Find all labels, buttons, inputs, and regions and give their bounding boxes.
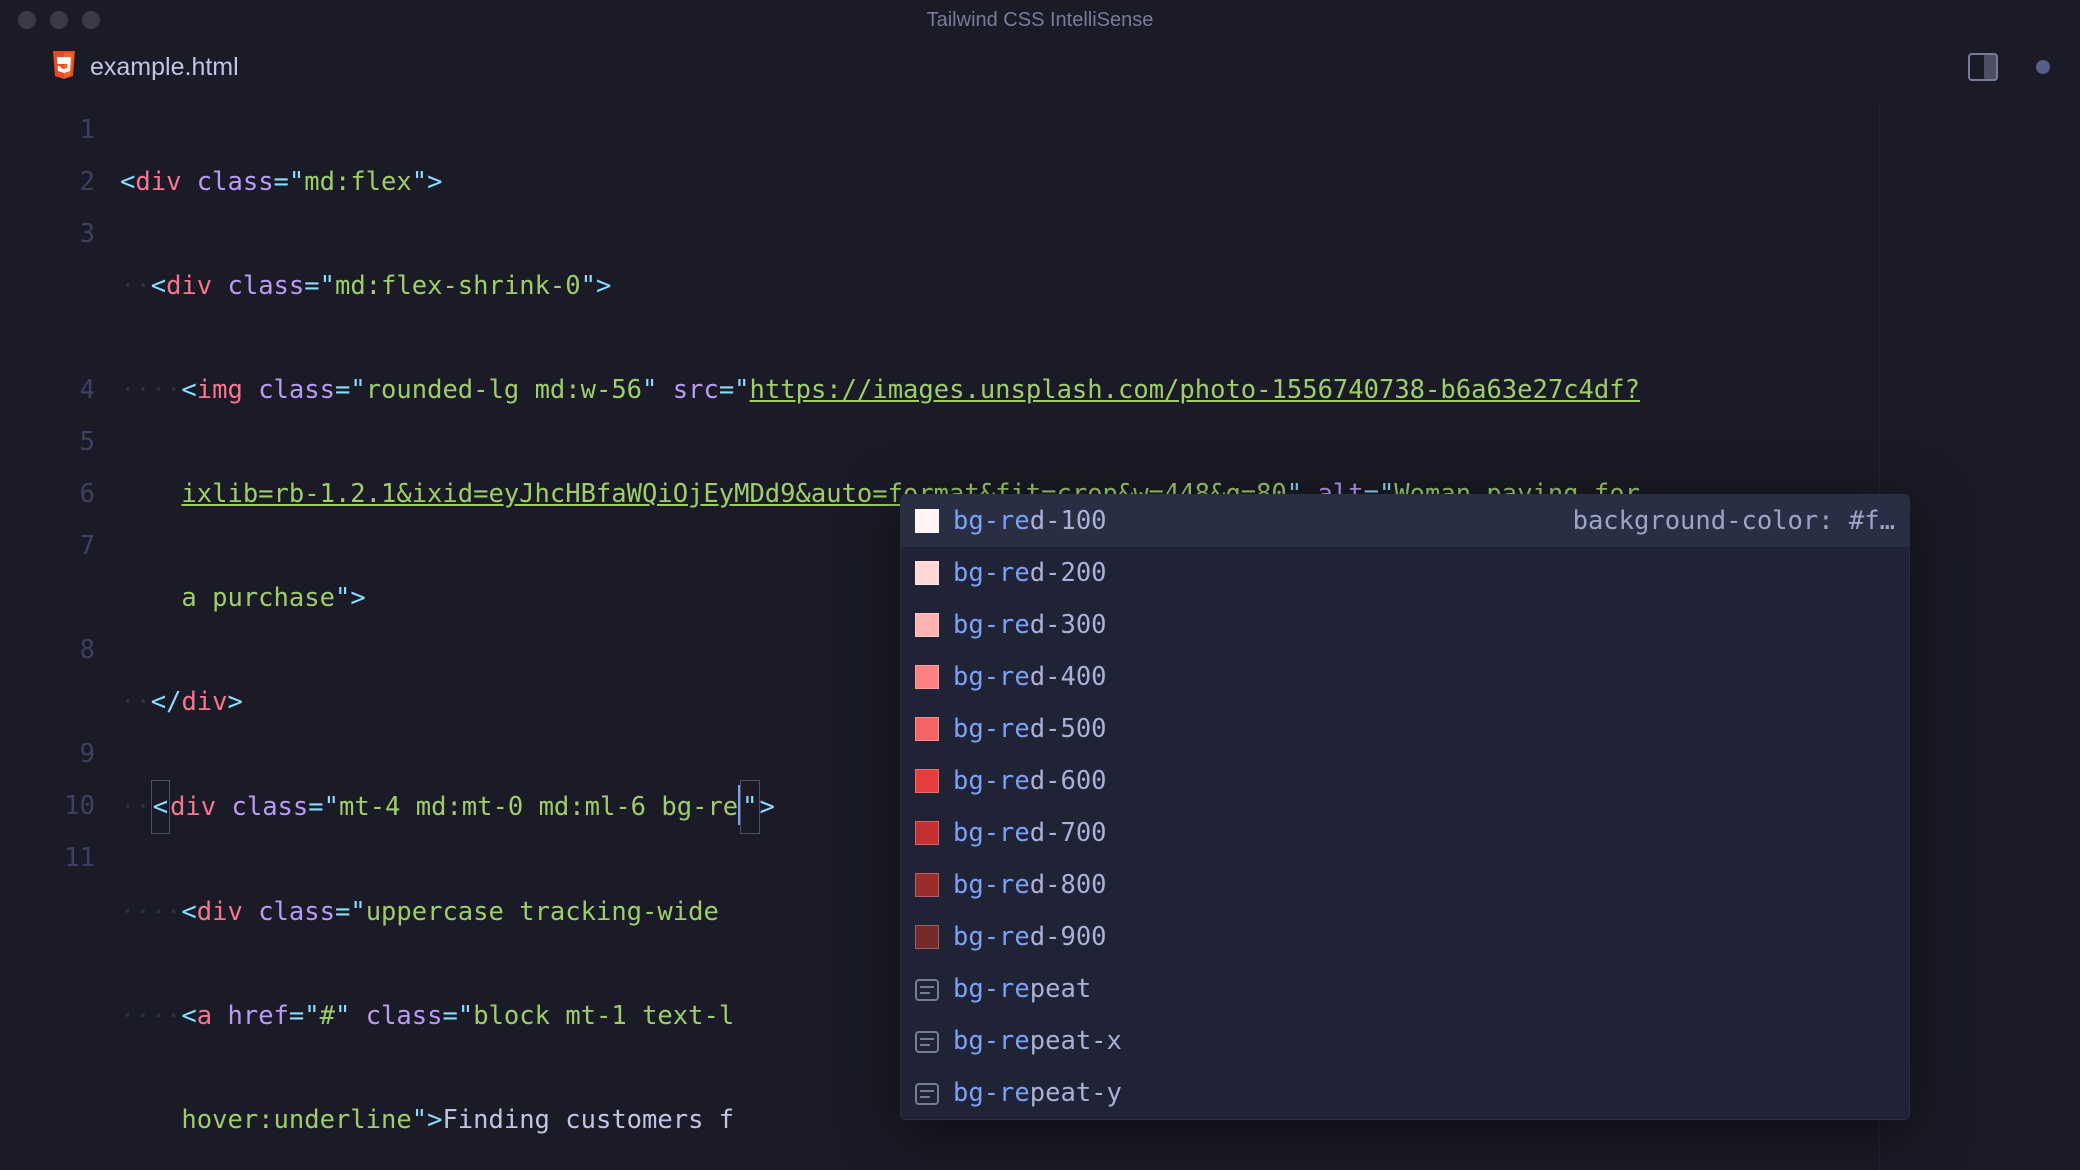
intellisense-doc: background-color: #f… — [1573, 506, 1895, 536]
modified-indicator-icon — [2036, 60, 2050, 74]
intellisense-label: bg-red-500 — [953, 714, 1107, 744]
intellisense-item[interactable]: bg-red-500 — [901, 703, 1909, 755]
editor-window: Tailwind CSS IntelliSense example.html 1… — [0, 0, 2080, 1170]
color-swatch-icon — [915, 873, 939, 897]
property-kind-icon — [915, 1030, 939, 1052]
color-swatch-icon — [915, 717, 939, 741]
color-swatch-icon — [915, 613, 939, 637]
intellisense-label: bg-red-600 — [953, 766, 1107, 796]
intellisense-item[interactable]: bg-red-600 — [901, 755, 1909, 807]
editor-actions — [1968, 40, 2050, 94]
color-swatch-icon — [915, 509, 939, 533]
intellisense-label: bg-red-100 — [953, 506, 1107, 536]
property-kind-icon — [915, 1082, 939, 1104]
intellisense-label: bg-red-200 — [953, 558, 1107, 588]
split-editor-icon[interactable] — [1968, 53, 1998, 81]
code-line[interactable]: <div class="md:flex"> — [120, 156, 2080, 208]
intellisense-item[interactable]: bg-red-800 — [901, 859, 1909, 911]
intellisense-label: bg-red-700 — [953, 818, 1107, 848]
code-line[interactable]: ··<div class="md:flex-shrink-0"> — [120, 260, 2080, 312]
intellisense-popup[interactable]: bg-red-100 background-color: #f… bg-red-20… — [900, 494, 1910, 1120]
tab-example-html[interactable]: example.html — [42, 40, 247, 94]
intellisense-label: bg-repeat-x — [953, 1026, 1122, 1056]
intellisense-label: bg-repeat-y — [953, 1078, 1122, 1108]
intellisense-item[interactable]: bg-red-300 — [901, 599, 1909, 651]
intellisense-item[interactable]: bg-red-100 background-color: #f… — [901, 495, 1909, 547]
intellisense-label: bg-red-800 — [953, 870, 1107, 900]
intellisense-item[interactable]: bg-repeat-x — [901, 1015, 1909, 1067]
intellisense-item[interactable]: bg-red-200 — [901, 547, 1909, 599]
code-line[interactable]: ····<img class="rounded-lg md:w-56" src=… — [120, 364, 2080, 416]
intellisense-label: bg-repeat — [953, 974, 1091, 1004]
line-number-gutter: 1 2 3 4 5 6 7 8 9 10 11 — [0, 104, 120, 1170]
color-swatch-icon — [915, 769, 939, 793]
color-swatch-icon — [915, 925, 939, 949]
titlebar: Tailwind CSS IntelliSense — [0, 0, 2080, 40]
tab-bar: example.html — [0, 40, 2080, 94]
intellisense-label: bg-red-400 — [953, 662, 1107, 692]
intellisense-item[interactable]: bg-repeat — [901, 963, 1909, 1015]
tab-filename: example.html — [90, 53, 239, 82]
window-title: Tailwind CSS IntelliSense — [0, 9, 2080, 32]
intellisense-label: bg-red-900 — [953, 922, 1107, 952]
property-kind-icon — [915, 978, 939, 1000]
intellisense-item[interactable]: bg-red-700 — [901, 807, 1909, 859]
intellisense-item[interactable]: bg-red-400 — [901, 651, 1909, 703]
intellisense-item[interactable]: bg-repeat-y — [901, 1067, 1909, 1119]
color-swatch-icon — [915, 561, 939, 585]
intellisense-item[interactable]: bg-red-900 — [901, 911, 1909, 963]
color-swatch-icon — [915, 821, 939, 845]
html-file-icon — [50, 51, 78, 83]
intellisense-label: bg-red-300 — [953, 610, 1107, 640]
color-swatch-icon — [915, 665, 939, 689]
